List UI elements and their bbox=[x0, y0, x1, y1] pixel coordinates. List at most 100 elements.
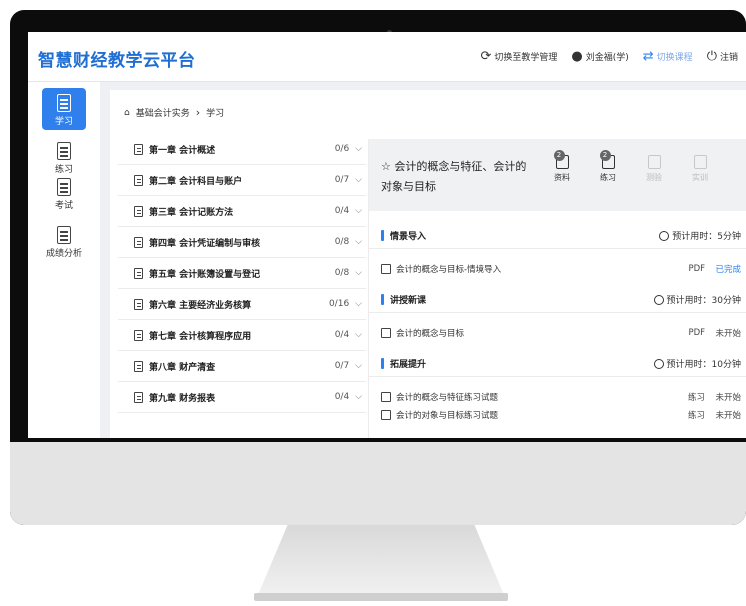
exercise-icon: 2 bbox=[599, 150, 615, 169]
chevron-down-icon: ⌵ bbox=[355, 144, 362, 154]
section-time-text: 预计用时：30分钟 bbox=[666, 296, 741, 306]
chapter-title: 第六章 主要经济业务核算 bbox=[149, 300, 252, 311]
logout-button[interactable]: ⏻ 注销 bbox=[707, 50, 738, 63]
clock-icon bbox=[653, 358, 664, 369]
star-icon[interactable]: ☆ bbox=[381, 160, 391, 173]
chapter-item[interactable]: 第九章 财务报表 0/4 ⌵ bbox=[118, 382, 366, 413]
chapter-progress: 0/4 bbox=[334, 330, 350, 340]
section-time: 预计用时：30分钟 bbox=[653, 293, 741, 306]
sidebar-item-practice[interactable]: 练习 bbox=[28, 142, 100, 175]
lesson-item[interactable]: 会计的概念与目标 PDF 未开始 bbox=[381, 327, 741, 339]
lesson-item-type: PDF bbox=[688, 264, 705, 274]
home-icon[interactable]: ⌂ bbox=[124, 108, 130, 118]
sidebar-item-label: 成绩分析 bbox=[45, 249, 82, 259]
divider bbox=[369, 376, 746, 377]
switch-course-button[interactable]: ⇄ 切换课程 bbox=[643, 50, 693, 63]
chevron-down-icon: ⌵ bbox=[355, 361, 362, 371]
lesson-item[interactable]: 会计的对象与目标练习试题 练习 未开始 bbox=[381, 409, 741, 421]
user-menu[interactable]: ● 刘金福(学) bbox=[571, 50, 628, 63]
chevron-down-icon: ⌵ bbox=[355, 175, 362, 185]
chapter-progress: 0/8 bbox=[334, 237, 350, 247]
chapter-item[interactable]: 第二章 会计科目与账户 0/7 ⌵ bbox=[118, 165, 366, 196]
lesson-item[interactable]: 会计的概念与目标-情境导入 PDF 已完成 bbox=[381, 263, 741, 275]
lesson-item[interactable]: 会计的概念与特征练习试题 练习 未开始 bbox=[381, 391, 741, 403]
monitor-chin bbox=[10, 442, 746, 525]
refresh-icon: ⟳ bbox=[480, 49, 492, 64]
chapter-progress: 0/4 bbox=[334, 392, 350, 402]
chevron-down-icon: ⌵ bbox=[355, 206, 362, 216]
section-marker bbox=[381, 294, 384, 305]
switch-admin-label: 切换至教学管理 bbox=[494, 53, 558, 63]
section-time: 预计用时：10分钟 bbox=[653, 357, 741, 370]
resource-label: 资料 bbox=[554, 173, 570, 182]
chapter-item[interactable]: 第一章 会计概述 0/6 ⌵ bbox=[118, 134, 366, 165]
chapter-item[interactable]: 第五章 会计账簿设置与登记 0/8 ⌵ bbox=[118, 258, 366, 289]
sidebar-item-label: 考试 bbox=[54, 201, 73, 211]
resource-exercise-button[interactable]: 2 练习 bbox=[591, 150, 625, 183]
resource-training-button[interactable]: 实训 bbox=[683, 155, 717, 183]
lesson-item-title: 会计的对象与目标练习试题 bbox=[396, 411, 499, 421]
lesson-item-type: 练习 bbox=[687, 411, 705, 421]
logout-label: 注销 bbox=[719, 53, 738, 63]
quiz-icon bbox=[647, 155, 661, 169]
monitor-stand bbox=[258, 525, 504, 595]
sidebar-item-exam[interactable]: 考试 bbox=[28, 178, 100, 211]
section-header: 情景导入 预计用时：5分钟 bbox=[381, 229, 741, 242]
chapter-title: 第九章 财务报表 bbox=[149, 393, 216, 404]
resource-label: 实训 bbox=[692, 173, 708, 182]
chapter-item[interactable]: 第三章 会计记账方法 0/4 ⌵ bbox=[118, 196, 366, 227]
chapter-item[interactable]: 第七章 会计核算程序应用 0/4 ⌵ bbox=[118, 320, 366, 351]
power-icon: ⏻ bbox=[706, 49, 717, 64]
section-time-text: 预计用时：10分钟 bbox=[666, 360, 741, 370]
file-icon bbox=[134, 174, 143, 186]
file-icon bbox=[134, 391, 143, 403]
lesson-header: ☆ 会计的概念与特征、会计的对象与目标 2 资料 2 练习 测验 实训 bbox=[369, 139, 746, 211]
divider bbox=[369, 248, 746, 249]
section-header: 拓展提升 预计用时：10分钟 bbox=[381, 357, 741, 370]
chapter-progress: 0/4 bbox=[334, 206, 350, 216]
section-marker bbox=[381, 230, 384, 241]
clock-icon bbox=[653, 294, 664, 305]
monitor-base bbox=[254, 593, 508, 601]
switch-admin-button[interactable]: ⟳ 切换至教学管理 bbox=[480, 50, 557, 63]
section-title: 拓展提升 bbox=[390, 360, 427, 370]
chapter-title: 第八章 财产清查 bbox=[149, 362, 216, 373]
save-icon bbox=[57, 178, 71, 196]
sidebar-item-study[interactable]: 学习 bbox=[42, 88, 86, 130]
resource-label: 测验 bbox=[646, 173, 662, 182]
breadcrumb: ⌂ 基础会计实务 › 学习 bbox=[124, 106, 224, 119]
exercise-badge: 2 bbox=[599, 150, 611, 161]
lesson-item-title: 会计的概念与目标-情境导入 bbox=[396, 265, 502, 275]
main-content: ⌂ 基础会计实务 › 学习 第一章 会计概述 0/6 ⌵ 第二章 会计科目与账户 0/… bbox=[110, 90, 746, 438]
chapter-progress: 0/6 bbox=[334, 144, 350, 154]
user-name: 刘金福(学) bbox=[585, 53, 629, 63]
chapter-title: 第七章 会计核算程序应用 bbox=[149, 331, 252, 342]
sidebar-item-label: 学习 bbox=[54, 117, 73, 127]
top-nav: ⟳ 切换至教学管理 ● 刘金福(学) ⇄ 切换课程 ⏻ 注销 bbox=[480, 50, 738, 63]
materials-badge: 2 bbox=[553, 150, 565, 161]
resource-label: 练习 bbox=[600, 173, 616, 182]
lesson-item-status: 未开始 bbox=[715, 411, 741, 421]
chapter-item[interactable]: 第六章 主要经济业务核算 0/16 ⌵ bbox=[118, 289, 366, 320]
resource-quiz-button[interactable]: 测验 bbox=[637, 155, 671, 183]
breadcrumb-course[interactable]: 基础会计实务 bbox=[136, 106, 190, 119]
chapter-item[interactable]: 第八章 财产清查 0/7 ⌵ bbox=[118, 351, 366, 382]
chapter-progress: 0/7 bbox=[334, 361, 350, 371]
section-title: 讲授新课 bbox=[390, 296, 427, 306]
lesson-item-status: 未开始 bbox=[715, 393, 741, 403]
chapter-progress: 0/8 bbox=[334, 268, 350, 278]
exercise-item-icon bbox=[381, 392, 391, 402]
screen: 智慧财经教学云平台 ⟳ 切换至教学管理 ● 刘金福(学) ⇄ 切换课程 ⏻ 注销 bbox=[28, 32, 746, 438]
lesson-item-type: 练习 bbox=[687, 393, 705, 403]
divider bbox=[369, 312, 746, 313]
breadcrumb-current: 学习 bbox=[206, 109, 225, 119]
chapter-title: 第四章 会计凭证编制与审核 bbox=[149, 238, 261, 249]
resource-materials-button[interactable]: 2 资料 bbox=[545, 150, 579, 183]
file-icon bbox=[134, 236, 143, 248]
report-icon bbox=[57, 226, 71, 244]
sidebar-item-grades[interactable]: 成绩分析 bbox=[28, 226, 100, 259]
chevron-down-icon: ⌵ bbox=[355, 330, 362, 340]
chapter-item[interactable]: 第四章 会计凭证编制与审核 0/8 ⌵ bbox=[118, 227, 366, 258]
chevron-down-icon: ⌵ bbox=[355, 237, 362, 247]
chapter-title: 第一章 会计概述 bbox=[149, 145, 216, 156]
